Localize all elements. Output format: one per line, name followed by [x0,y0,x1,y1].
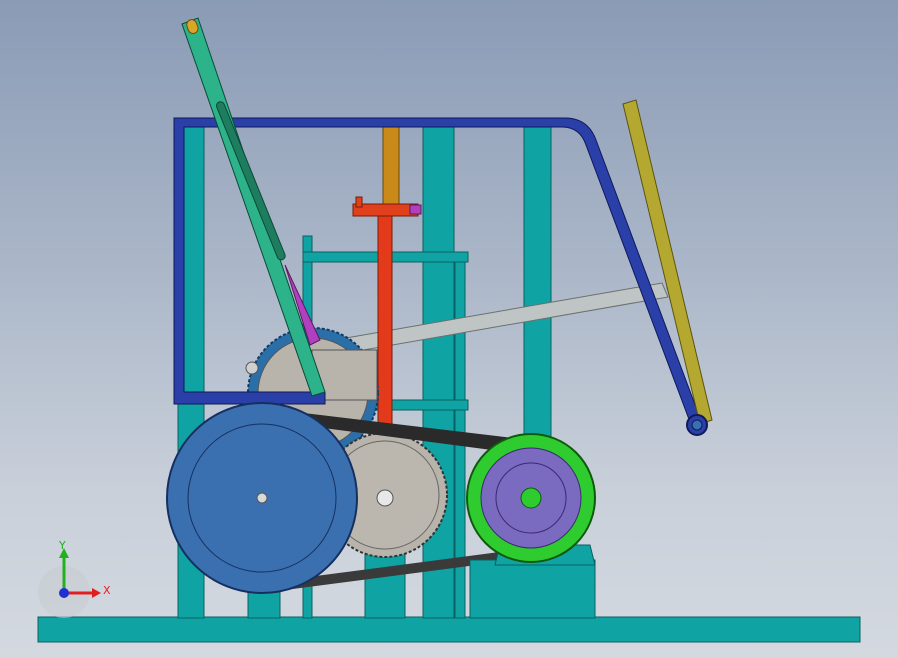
motor-base [469,559,596,619]
axis-label-y: Y [58,539,66,552]
spindle-shaft [377,204,393,451]
base-plate [37,616,861,643]
flywheel [166,402,358,594]
coordinate-triad [38,548,101,618]
spindle-bracket [352,203,419,217]
cad-viewport[interactable]: Y X [0,0,898,658]
spindle-top [382,122,400,206]
lower-gear-hub [376,489,394,507]
connecting-link [345,282,669,353]
upper-gear-hub [245,361,259,375]
rocker-pivot-pin [691,419,703,431]
spindle-bracket-tab-right [409,204,422,215]
spindle-bracket-tab-left [355,196,363,208]
axis-label-x: X [103,584,111,597]
motor-pulley [466,433,596,563]
mechanism-assembly-view[interactable]: Y X [0,0,898,658]
frame-post-mid [422,117,455,619]
